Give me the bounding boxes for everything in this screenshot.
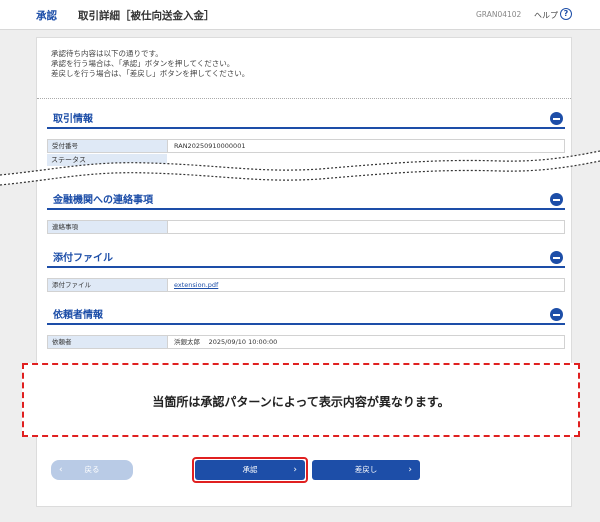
- reject-button-label: 差戻し: [354, 465, 378, 474]
- reject-button[interactable]: 差戻し ›: [312, 460, 420, 480]
- section-underline: [47, 127, 565, 129]
- help-icon[interactable]: ?: [560, 8, 572, 20]
- section-attachments: 添付ファイル: [47, 247, 565, 268]
- instructions: 承認待ち内容は以下の通りです。 承認を行う場合は、「承認」ボタンを押してください…: [51, 49, 249, 79]
- pattern-note-box: 当箇所は承認パターンによって表示内容が異なります。: [22, 363, 580, 437]
- collapse-icon[interactable]: [550, 193, 563, 206]
- section-underline: [47, 323, 565, 325]
- collapse-icon[interactable]: [550, 112, 563, 125]
- section-underline: [47, 208, 565, 210]
- screen-id: GRAN04102: [476, 10, 522, 19]
- section-bank-notes: 金融機関への連絡事項: [47, 189, 565, 210]
- page-break-graphic: [0, 150, 600, 186]
- attachment-row: 添付ファイル extension.pdf: [47, 278, 565, 292]
- instruction-line: 差戻しを行う場合は、「差戻し」ボタンを押してください。: [51, 69, 250, 78]
- chevron-left-icon: ‹: [59, 465, 63, 475]
- section-title: 添付ファイル: [53, 253, 113, 264]
- section-title: 金融機関への連絡事項: [53, 195, 153, 206]
- collapse-icon[interactable]: [550, 308, 563, 321]
- back-button[interactable]: ‹ 戻る: [51, 460, 133, 480]
- help-link[interactable]: ヘルプ: [534, 10, 558, 21]
- section-requester: 依頼者情報: [47, 304, 565, 325]
- header-bar: 承認 取引詳細［被仕向送金入金］ GRAN04102 ヘルプ ?: [0, 0, 600, 30]
- chevron-right-icon: ›: [408, 465, 412, 475]
- attachment-link[interactable]: extension.pdf: [174, 279, 218, 291]
- chevron-right-icon: ›: [293, 465, 297, 475]
- breadcrumb-main[interactable]: 承認: [36, 8, 57, 23]
- requester-value: 浜銀太郎 2025/09/10 10:00:00: [174, 338, 278, 346]
- bank-notes-label: 連絡事項: [48, 221, 168, 233]
- approve-button[interactable]: 承認 ›: [195, 460, 305, 480]
- requester-row: 依頼者 浜銀太郎 2025/09/10 10:00:00: [47, 335, 565, 349]
- approve-button-label: 承認: [242, 465, 258, 474]
- requester-label: 依頼者: [48, 336, 168, 348]
- section-title: 取引情報: [53, 114, 93, 125]
- bank-notes-row: 連絡事項: [47, 220, 565, 234]
- divider: [37, 98, 571, 99]
- instruction-line: 承認待ち内容は以下の通りです。: [51, 49, 163, 58]
- section-title: 依頼者情報: [53, 310, 103, 321]
- page-title: 取引詳細［被仕向送金入金］: [78, 10, 215, 22]
- pattern-note-text: 当箇所は承認パターンによって表示内容が異なります。: [152, 395, 450, 409]
- collapse-icon[interactable]: [550, 251, 563, 264]
- instruction-line: 承認を行う場合は、「承認」ボタンを押してください。: [51, 59, 235, 68]
- section-transaction-info: 取引情報: [47, 108, 565, 129]
- attachment-label: 添付ファイル: [48, 279, 168, 291]
- section-underline: [47, 266, 565, 268]
- back-button-label: 戻る: [84, 465, 100, 474]
